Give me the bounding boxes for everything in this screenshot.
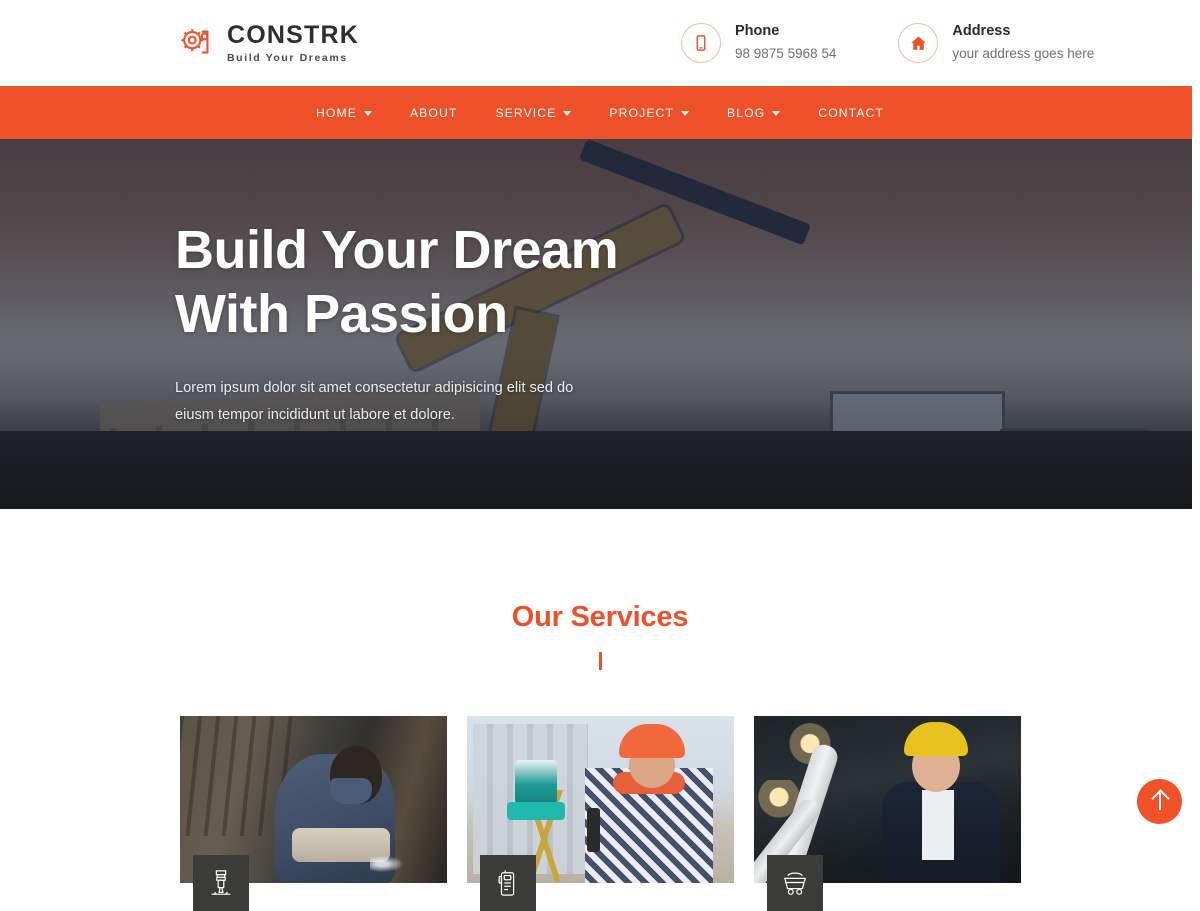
hero-title-line1: Build Your Dream xyxy=(175,220,619,281)
nav-label: PROJECT xyxy=(609,105,675,120)
mobile-phone-icon xyxy=(681,23,722,63)
nav-label: CONTACT xyxy=(818,105,884,120)
chevron-down-icon xyxy=(772,111,781,116)
main-navigation: HOME ABOUT SERVICE PROJECT BLOG CONTACT xyxy=(0,86,1200,139)
nav-item-contact[interactable]: CONTACT xyxy=(799,106,903,120)
nav-label: ABOUT xyxy=(409,105,458,120)
chevron-down-icon xyxy=(563,111,572,116)
site-header: CONSTRK Build Your Dreams Phone 98 9875 … xyxy=(0,0,1200,86)
hero-subtitle: Lorem ipsum dolor sit amet consectetur a… xyxy=(175,379,574,423)
walkie-talkie-icon xyxy=(480,855,536,911)
nav-label: BLOG xyxy=(727,105,766,120)
hero-title-line2: With Passion xyxy=(175,284,508,345)
nav-item-blog[interactable]: BLOG xyxy=(708,106,799,120)
arrow-up-icon xyxy=(1158,793,1161,810)
service-card[interactable] xyxy=(754,716,1021,911)
brand-tagline: Build Your Dreams xyxy=(227,51,348,64)
contact-address-value: your address goes here xyxy=(952,46,1095,61)
section-divider xyxy=(598,652,602,670)
service-card[interactable] xyxy=(180,716,447,911)
gear-wrench-icon xyxy=(178,24,216,62)
nav-item-service[interactable]: SERVICE xyxy=(476,106,590,120)
mine-cart-icon xyxy=(767,855,823,911)
contact-address-label: Address xyxy=(952,23,1011,40)
section-title: Our Services xyxy=(511,601,689,633)
nav-item-project[interactable]: PROJECT xyxy=(590,106,708,120)
contact-phone-value: 98 9875 5968 54 xyxy=(735,46,837,61)
brand-name: CONSTRK xyxy=(227,21,360,50)
brand-logo[interactable]: CONSTRK Build Your Dreams xyxy=(178,21,360,64)
services-section: Our Services xyxy=(0,509,1200,911)
chevron-down-icon xyxy=(363,111,372,116)
nav-label: HOME xyxy=(315,105,357,120)
jackhammer-icon xyxy=(193,855,249,911)
service-cards xyxy=(0,670,1200,911)
scroll-to-top-button[interactable] xyxy=(1137,779,1182,824)
contact-phone-label: Phone xyxy=(735,23,780,40)
nav-label: SERVICE xyxy=(495,105,557,120)
hero-content: Build Your Dream With Passion Lorem ipsu… xyxy=(175,139,619,509)
nav-item-home[interactable]: HOME xyxy=(297,106,391,120)
nav-item-about[interactable]: ABOUT xyxy=(391,106,476,120)
page-right-edge xyxy=(1192,0,1200,900)
contact-address[interactable]: Address your address goes here xyxy=(898,22,1094,63)
chevron-down-icon xyxy=(681,111,690,116)
service-card[interactable] xyxy=(467,716,734,911)
header-contacts: Phone 98 9875 5968 54 Address your addre… xyxy=(681,22,1094,63)
home-icon xyxy=(898,23,939,63)
contact-phone[interactable]: Phone 98 9875 5968 54 xyxy=(681,22,836,63)
hero-carousel: Build Your Dream With Passion Lorem ipsu… xyxy=(0,139,1192,509)
services-heading: Our Services xyxy=(0,601,1200,670)
